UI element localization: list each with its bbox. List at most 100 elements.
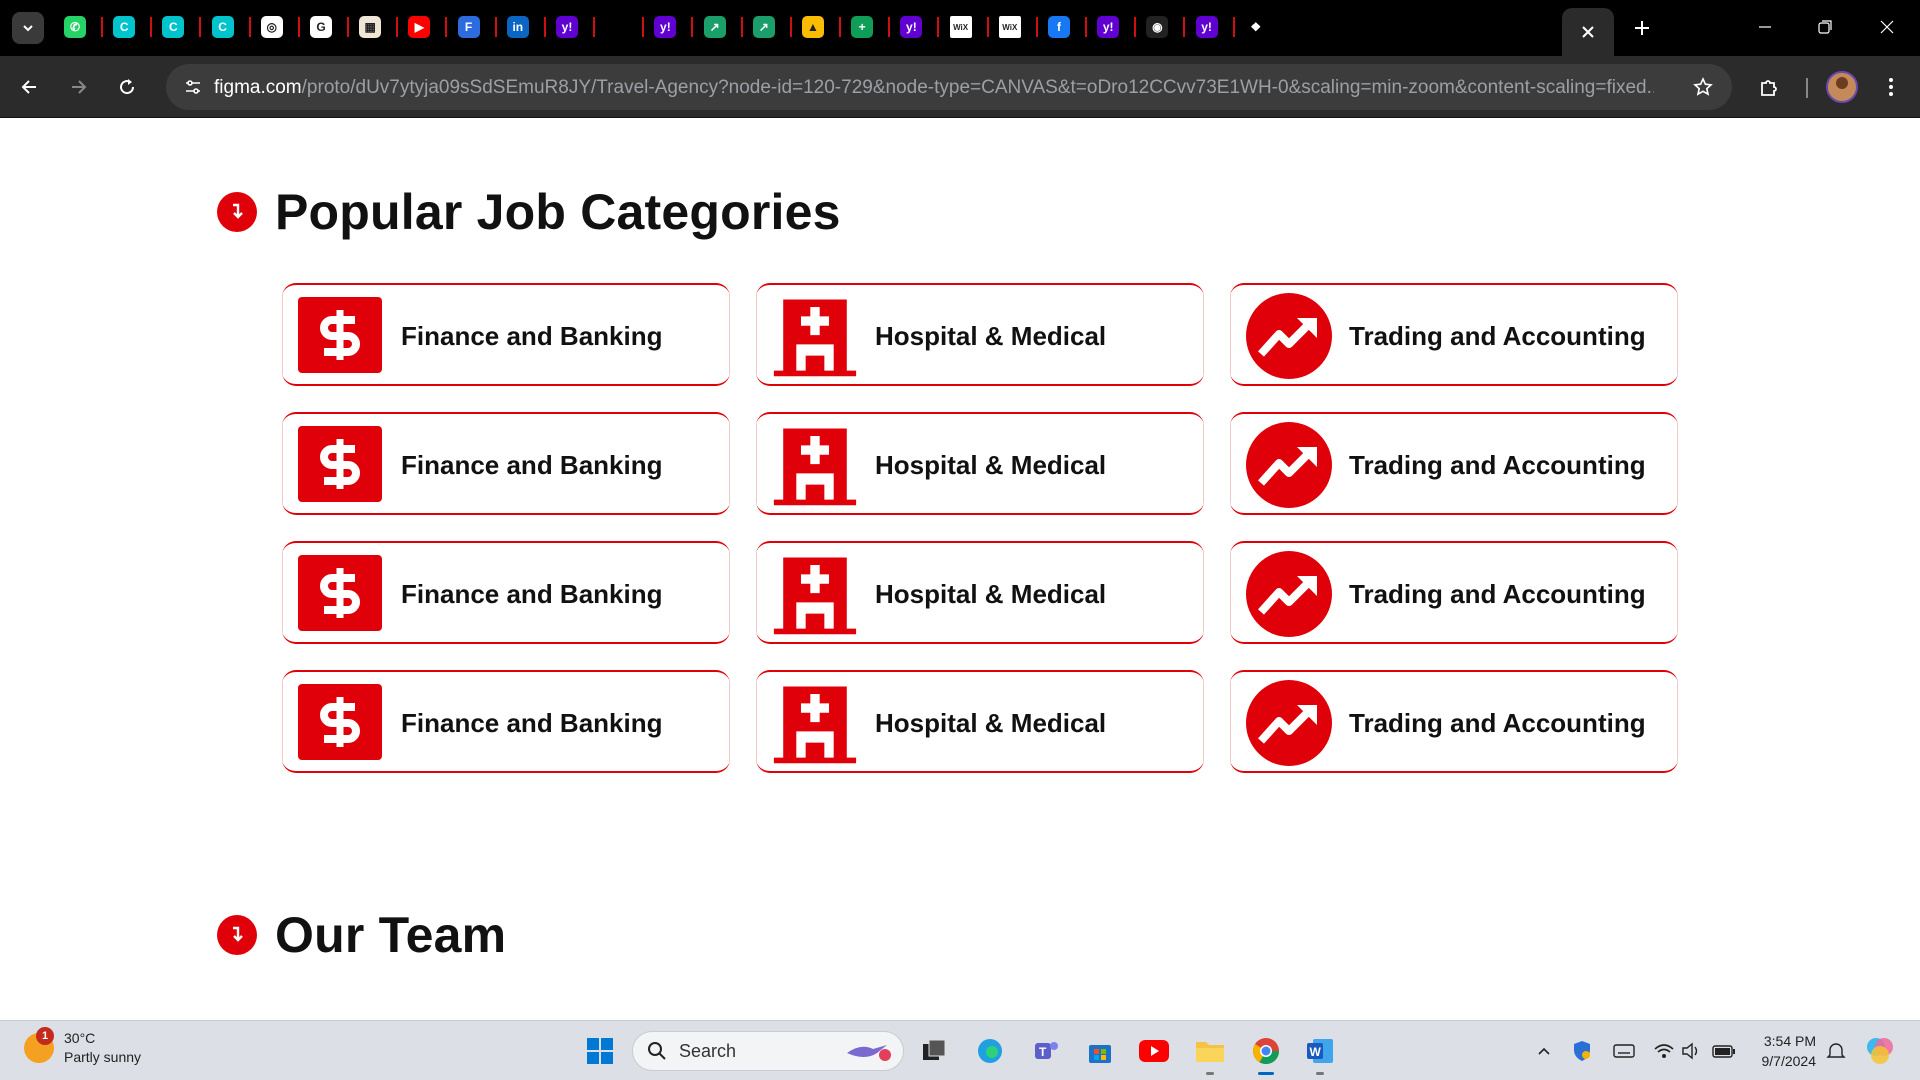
active-tab[interactable] <box>1562 8 1614 56</box>
browser-tab[interactable]: G <box>304 10 338 44</box>
volume-icon <box>1682 1042 1698 1060</box>
start-button[interactable] <box>582 1033 618 1069</box>
extensions-button[interactable] <box>1752 70 1786 104</box>
browser-tab[interactable]: ◎ <box>255 10 289 44</box>
url-text[interactable]: figma.com/proto/dUv7ytyja09sSdSEmuR8JY/T… <box>214 77 1654 99</box>
restore-button[interactable] <box>1802 8 1848 46</box>
youtube-icon: ▶ <box>408 16 431 38</box>
google-icon: G <box>310 16 332 38</box>
tab-separator <box>1183 17 1186 37</box>
address-bar[interactable]: figma.com/proto/dUv7ytyja09sSdSEmuR8JY/T… <box>166 64 1732 110</box>
security-tray-icon[interactable] <box>1570 1039 1594 1063</box>
close-window-button[interactable] <box>1864 8 1910 46</box>
browser-tab[interactable]: y! <box>1091 10 1125 44</box>
browser-tab[interactable]: WiX <box>944 10 978 44</box>
category-card[interactable]: Finance and Banking <box>282 541 730 644</box>
category-card[interactable]: Trading and Accounting <box>1230 412 1678 515</box>
store-icon <box>1089 1045 1111 1063</box>
taskbar-teams[interactable]: T <box>1028 1033 1064 1069</box>
browser-tab[interactable]: C <box>206 10 240 44</box>
forward-button[interactable] <box>62 70 96 104</box>
browser-tab[interactable]: + <box>845 10 879 44</box>
taskbar-chrome[interactable] <box>1248 1033 1284 1075</box>
yahoo-icon: y! <box>1097 16 1120 38</box>
browser-tab[interactable]: ▲ <box>796 10 830 44</box>
notification-center-button[interactable] <box>1824 1039 1848 1063</box>
browser-tab[interactable]: ✆ <box>58 10 92 44</box>
browser-tab[interactable]: f <box>1042 10 1076 44</box>
category-card[interactable]: Trading and Accounting <box>1230 283 1678 386</box>
shield-icon <box>1574 1041 1590 1061</box>
tab-separator <box>691 17 694 37</box>
taskbar-search[interactable]: Search <box>632 1031 904 1071</box>
browser-tab[interactable]: y! <box>894 10 928 44</box>
tab-separator <box>494 17 497 37</box>
taskbar-word[interactable]: W <box>1302 1033 1338 1075</box>
puzzle-icon <box>1761 80 1777 96</box>
category-label: Hospital & Medical <box>875 579 1107 609</box>
browser-tab[interactable]: ◉ <box>1140 10 1174 44</box>
category-card[interactable]: Finance and Banking <box>282 283 730 386</box>
browser-tab[interactable]: WiX <box>993 10 1027 44</box>
site-info-button[interactable] <box>178 72 208 102</box>
category-card[interactable]: Hospital & Medical <box>756 283 1204 386</box>
show-hidden-icons-button[interactable] <box>1532 1039 1556 1063</box>
reload-button[interactable] <box>110 70 144 104</box>
weather-description: Partly sunny <box>64 1049 142 1065</box>
minimize-button[interactable] <box>1742 8 1788 46</box>
category-label: Hospital & Medical <box>875 321 1107 351</box>
taskbar-youtube[interactable] <box>1136 1033 1172 1069</box>
copilot-button[interactable] <box>1864 1035 1896 1067</box>
browser-tab[interactable]: y! <box>550 10 584 44</box>
browser-tab[interactable]: y! <box>648 10 682 44</box>
wifi-tray-icon[interactable] <box>1652 1039 1676 1063</box>
tab-search-button[interactable] <box>12 12 44 44</box>
new-tab-button[interactable] <box>1626 12 1658 44</box>
system-clock[interactable]: 3:54 PM 9/7/2024 <box>1752 1031 1817 1071</box>
category-card[interactable]: Hospital & Medical <box>756 670 1204 773</box>
category-card[interactable]: Finance and Banking <box>282 412 730 515</box>
battery-tray-icon[interactable] <box>1712 1039 1736 1063</box>
chevron-down-icon <box>23 25 33 32</box>
browser-tab[interactable]: ↗ <box>698 10 732 44</box>
task-view-button[interactable] <box>916 1033 952 1069</box>
volume-tray-icon[interactable] <box>1680 1039 1704 1063</box>
close-icon[interactable] <box>1580 24 1596 40</box>
tab-separator <box>1232 17 1235 37</box>
browser-tab[interactable]: C <box>107 10 141 44</box>
bookmark-button[interactable] <box>1688 72 1718 102</box>
profile-avatar[interactable] <box>1826 71 1858 103</box>
browser-tab[interactable]: C <box>156 10 190 44</box>
keyboard-tray-icon[interactable] <box>1612 1039 1636 1063</box>
browser-tab[interactable]: F <box>452 10 486 44</box>
browser-tab[interactable] <box>599 10 633 44</box>
youtube-icon <box>1139 1040 1169 1062</box>
category-card[interactable]: Hospital & Medical <box>756 541 1204 644</box>
taskbar-file-explorer[interactable] <box>1192 1033 1228 1075</box>
taskbar-store[interactable] <box>1082 1033 1118 1069</box>
category-card[interactable]: Hospital & Medical <box>756 412 1204 515</box>
browser-tab[interactable]: ↗ <box>747 10 781 44</box>
category-card[interactable]: Trading and Accounting <box>1230 670 1678 773</box>
star-icon <box>1693 77 1713 96</box>
browser-tab[interactable]: ▦ <box>353 10 387 44</box>
minimize-icon <box>1759 26 1771 28</box>
category-card[interactable]: Trading and Accounting <box>1230 541 1678 644</box>
browser-tab[interactable]: y! <box>1190 10 1224 44</box>
clock-time: 3:54 PM <box>1763 1033 1816 1049</box>
canva-icon: C <box>162 16 185 38</box>
browser-tab[interactable]: in <box>501 10 535 44</box>
taskbar-edge[interactable] <box>972 1033 1008 1069</box>
browser-tab[interactable]: ❖ <box>1239 10 1273 44</box>
back-button[interactable] <box>12 70 46 104</box>
sheets-icon: + <box>851 16 874 38</box>
browser-menu-button[interactable] <box>1874 70 1908 104</box>
dollar-icon <box>298 684 382 760</box>
weather-temperature: 30°C <box>64 1030 96 1046</box>
weather-widget[interactable]: 1 30°C Partly sunny <box>24 1027 142 1067</box>
tune-icon <box>186 80 200 94</box>
category-card[interactable]: Finance and Banking <box>282 670 730 773</box>
facebook-icon: f <box>1048 16 1070 38</box>
running-indicator <box>1206 1072 1214 1075</box>
browser-tab[interactable]: ▶ <box>402 10 436 44</box>
